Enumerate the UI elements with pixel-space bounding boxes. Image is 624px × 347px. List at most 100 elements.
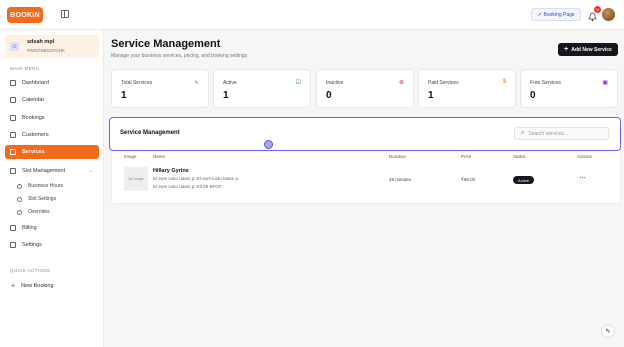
bell-icon [588, 12, 597, 22]
sidebar-item-customers[interactable]: Customers [5, 128, 99, 142]
sidebar-item-settings[interactable]: Settings [5, 238, 99, 252]
column-header-image: Image [124, 154, 137, 159]
sidebar: ☺ sdsah mpl #WGGN9G6TGHK MAIN MENU Dashb… [0, 30, 104, 347]
quick-action-new-booking[interactable]: + New Booking [5, 279, 99, 293]
plus-icon: + [564, 46, 569, 53]
sidebar-item-label: Customers [22, 132, 49, 138]
service-thumbnail: No Image [124, 167, 148, 191]
user-card[interactable]: ☺ sdsah mpl #WGGN9G6TGHK [5, 35, 99, 58]
stat-value: 0 [530, 90, 536, 101]
dollar-icon: $ [502, 79, 506, 85]
column-header-duration: Duration [389, 154, 407, 159]
clock-icon [17, 183, 22, 189]
slot-management-icon [10, 168, 16, 174]
stat-label: Total Services [121, 80, 153, 86]
sidebar-subitem-slot-settings[interactable]: Slot Settings [17, 194, 56, 204]
sidebar-item-label: Calendar [22, 97, 45, 103]
page-title: Service Management [111, 38, 221, 50]
chevron-down-icon: ⌄ [88, 168, 93, 174]
panel-title: Service Management [120, 130, 180, 136]
sidebar-subitem-overrides[interactable]: Overrides [17, 207, 50, 217]
plus-icon: + [11, 282, 16, 290]
service-description-line: Et eum iusto tatam p. Eit MI BFGF [153, 184, 222, 189]
sidebar-item-slot-management[interactable]: Slot Management ⌄ [5, 164, 99, 178]
stat-label: Free Services [530, 80, 561, 86]
service-duration: 48 minutes [389, 177, 412, 182]
help-button[interactable]: ✎ [601, 324, 615, 338]
column-header-status: Status [513, 154, 526, 159]
add-new-service-label: Add New Service [571, 46, 612, 53]
services-icon [10, 149, 16, 155]
bookings-icon [10, 115, 16, 121]
sidebar-subitem-label: Overrides [28, 209, 50, 215]
search-placeholder: Search services... [528, 130, 569, 137]
user-name: sdsah mpl [27, 39, 55, 45]
trend-icon: ∿ [193, 80, 199, 86]
wand-icon: ✎ [605, 328, 611, 335]
stat-value: 1 [428, 90, 434, 101]
add-new-service-button[interactable]: + Add New Service [558, 43, 618, 56]
sidebar-item-services[interactable]: Services [5, 145, 99, 159]
user-avatar[interactable] [602, 8, 615, 21]
stat-label: Inactive [326, 80, 344, 86]
page-subtitle: Manage your business services, pricing, … [111, 53, 248, 59]
service-management-panel: Service Management ⌕ Search services... [109, 117, 621, 151]
services-table: Image Name Duration Price Status Actions… [111, 151, 621, 204]
column-header-name: Name [153, 154, 166, 159]
sidebar-item-label: Slot Management [22, 168, 66, 174]
billing-icon [10, 225, 16, 231]
sidebar-item-label: Settings [22, 242, 42, 248]
status-badge: Active [513, 176, 534, 184]
sidebar-item-label: Bookings [22, 115, 45, 121]
search-icon: ⌕ [521, 130, 525, 136]
settings-icon [17, 196, 22, 202]
calendar-icon [10, 97, 16, 103]
top-bar: BOOKIN ↗ Booking Page 0 [0, 0, 624, 30]
stat-card-paid-services: Paid Services 1 $ [418, 69, 516, 108]
search-input[interactable]: ⌕ Search services... [514, 127, 609, 140]
customers-icon [10, 132, 16, 138]
external-link-icon: ↗ [537, 11, 542, 18]
sidebar-subitem-label: Slot Settings [28, 196, 57, 202]
notifications-button[interactable]: 0 [588, 6, 601, 22]
user-icon: ☺ [10, 42, 19, 51]
booking-page-button[interactable]: ↗ Booking Page [531, 8, 581, 21]
sidebar-item-billing[interactable]: Billing [5, 221, 99, 235]
sidebar-item-dashboard[interactable]: Dashboard [5, 76, 99, 90]
sidebar-item-label: Dashboard [22, 80, 49, 86]
sidebar-item-label: Billing [22, 225, 37, 231]
service-name: Hillary Gyrine [153, 168, 189, 174]
sidebar-item-label: Services [22, 149, 45, 155]
x-circle-icon: ⊗ [398, 80, 404, 86]
check-icon: ☑ [295, 80, 301, 86]
sidebar-item-bookings[interactable]: Bookings [5, 111, 99, 125]
gift-icon: ▣ [602, 80, 608, 86]
dashboard-icon [10, 80, 16, 86]
sidebar-toggle-icon[interactable] [61, 10, 69, 18]
stat-card-inactive: Inactive 0 ⊗ [316, 69, 414, 108]
sidebar-subitem-label: Business Hours [28, 183, 64, 189]
notification-badge: 0 [594, 6, 601, 13]
stat-value: 1 [223, 90, 229, 101]
quick-action-label: New Booking [21, 283, 54, 289]
column-header-actions: Actions [577, 154, 592, 159]
drag-handle[interactable] [264, 140, 273, 149]
sidebar-item-calendar[interactable]: Calendar [5, 93, 99, 107]
app-logo[interactable]: BOOKIN [7, 7, 43, 23]
stat-value: 1 [121, 90, 127, 101]
sidebar-subitem-business-hours[interactable]: Business Hours [17, 181, 63, 191]
stat-card-free-services: Free Services 0 ▣ [520, 69, 618, 108]
booking-page-label: Booking Page [543, 11, 575, 18]
more-actions-icon[interactable]: ⋯ [579, 174, 586, 182]
stat-value: 0 [326, 90, 332, 101]
service-price: ₹98.00 [461, 177, 476, 182]
user-id: #WGGN9G6TGHK [27, 48, 66, 53]
main-menu-label: MAIN MENU [10, 66, 40, 71]
stat-label: Active [223, 80, 237, 86]
service-description-line: Et eum iusto tatam p. Et eum iusto tatam… [153, 176, 240, 181]
quick-actions-label: QUICK ACTIONS [10, 268, 51, 273]
gear-icon [10, 242, 16, 248]
column-header-price: Price [461, 154, 472, 159]
stat-card-active: Active 1 ☑ [213, 69, 311, 108]
stat-label: Paid Services [428, 80, 459, 86]
